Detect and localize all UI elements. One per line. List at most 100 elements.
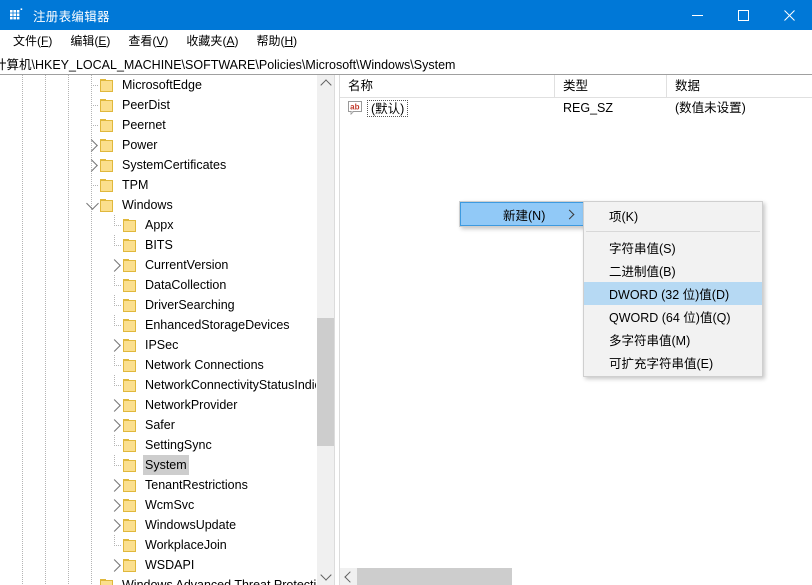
tree-node-windowsupdate[interactable]: WindowsUpdate: [0, 515, 334, 535]
tree-connector: [107, 215, 123, 235]
value-name[interactable]: (默认): [367, 99, 409, 117]
tree-node-tenantrestrictions[interactable]: TenantRestrictions: [0, 475, 334, 495]
menu-edit[interactable]: 编辑(E): [61, 31, 119, 52]
tree-vertical-scrollbar[interactable]: [316, 75, 334, 585]
chevron-right-icon[interactable]: [107, 515, 123, 535]
minimize-button[interactable]: [674, 0, 720, 30]
tree-node-peernet[interactable]: Peernet: [0, 115, 334, 135]
tree-node-currentversion[interactable]: CurrentVersion: [0, 255, 334, 275]
chevron-down-icon[interactable]: [84, 195, 100, 215]
column-header-data[interactable]: 数据: [667, 75, 812, 97]
tree-node-wsdapi[interactable]: WSDAPI: [0, 555, 334, 575]
folder-icon: [123, 278, 137, 292]
context-menu-new: 新建(N): [459, 201, 585, 227]
close-button[interactable]: [766, 0, 812, 30]
maximize-button[interactable]: [720, 0, 766, 30]
tree-node-safer[interactable]: Safer: [0, 415, 334, 435]
address-bar[interactable]: 计算机\HKEY_LOCAL_MACHINE\SOFTWARE\Policies…: [0, 52, 812, 75]
tree-node-label: Windows Advanced Threat Protection: [122, 578, 331, 585]
tree-node-label: System: [143, 455, 189, 475]
tree-connector: [107, 455, 123, 475]
values-column-header: 名称 类型 数据: [340, 75, 812, 98]
tree-node-ipsec[interactable]: IPSec: [0, 335, 334, 355]
tree-node-driversearching[interactable]: DriverSearching: [0, 295, 334, 315]
menu-view[interactable]: 查看(V): [119, 31, 177, 52]
column-header-type[interactable]: 类型: [555, 75, 667, 97]
scroll-thumb[interactable]: [317, 318, 334, 446]
context-menu-item-new[interactable]: 新建(N): [460, 202, 584, 226]
title-bar[interactable]: 注册表编辑器: [0, 0, 812, 30]
tree-node-workplacejoin[interactable]: WorkplaceJoin: [0, 535, 334, 555]
scroll-down-arrow[interactable]: [317, 568, 334, 585]
submenu-item-4[interactable]: DWORD (32 位)值(D): [584, 282, 762, 305]
tree-node-networkprovider[interactable]: NetworkProvider: [0, 395, 334, 415]
tree-node-label: IPSec: [145, 338, 179, 352]
column-header-name[interactable]: 名称: [340, 75, 555, 97]
tree-connector: [107, 315, 123, 335]
submenu-item-3[interactable]: 二进制值(B): [584, 259, 762, 282]
chevron-right-icon[interactable]: [107, 395, 123, 415]
value-type: REG_SZ: [563, 101, 614, 115]
submenu-item-label: 字符串值(S): [609, 242, 676, 256]
horizontal-scroll-thumb[interactable]: [357, 568, 512, 585]
tree-node-networkconnectivitystatusindicator[interactable]: NetworkConnectivityStatusIndicator: [0, 375, 334, 395]
tree-node-peerdist[interactable]: PeerDist: [0, 95, 334, 115]
tree-connector: [107, 435, 123, 455]
submenu-item-5[interactable]: QWORD (64 位)值(Q): [584, 305, 762, 328]
menu-favorites-text: 收藏夹: [186, 33, 223, 48]
values-horizontal-scrollbar[interactable]: [340, 567, 812, 585]
tree-node-microsoftedge[interactable]: MicrosoftEdge: [0, 75, 334, 95]
chevron-right-icon[interactable]: [107, 495, 123, 515]
tree-connector: [84, 75, 100, 95]
menu-edit-accel: E: [98, 33, 107, 48]
tree-node-system[interactable]: System: [0, 455, 334, 475]
tree-node-wcmsvc[interactable]: WcmSvc: [0, 495, 334, 515]
tree-node-label: TenantRestrictions: [145, 478, 248, 492]
submenu-item-7[interactable]: 可扩充字符串值(E): [584, 351, 762, 374]
tree-node-bits[interactable]: BITS: [0, 235, 334, 255]
tree-node-tpm[interactable]: TPM: [0, 175, 334, 195]
submenu-item-0[interactable]: 项(K): [584, 204, 762, 227]
tree-connector: [84, 575, 100, 585]
menu-help[interactable]: 帮助(H): [247, 31, 306, 52]
chevron-right-icon[interactable]: [84, 155, 100, 175]
tree-node-appx[interactable]: Appx: [0, 215, 334, 235]
tree-node-power[interactable]: Power: [0, 135, 334, 155]
chevron-right-icon[interactable]: [107, 555, 123, 575]
menu-help-text: 帮助: [256, 33, 281, 48]
scroll-left-arrow[interactable]: [340, 568, 357, 585]
tree-connector: [107, 355, 123, 375]
tree-node-datacollection[interactable]: DataCollection: [0, 275, 334, 295]
tree-connector: [84, 175, 100, 195]
tree-node-windows-advanced-threat-protection[interactable]: Windows Advanced Threat Protection: [0, 575, 334, 585]
tree-node-network-connections[interactable]: Network Connections: [0, 355, 334, 375]
tree-node-label: WSDAPI: [145, 558, 195, 572]
submenu-item-2[interactable]: 字符串值(S): [584, 236, 762, 259]
folder-icon: [123, 518, 137, 532]
chevron-right-icon[interactable]: [107, 335, 123, 355]
registry-path: 计算机\HKEY_LOCAL_MACHINE\SOFTWARE\Policies…: [0, 57, 456, 72]
tree-node-settingsync[interactable]: SettingSync: [0, 435, 334, 455]
menu-favorites[interactable]: 收藏夹(A): [177, 31, 247, 52]
tree-node-list: MicrosoftEdge PeerDist Peernet Power SystemC…: [0, 75, 334, 585]
window-controls: [674, 0, 812, 30]
folder-icon: [100, 178, 114, 192]
table-row[interactable]: ab (默认) REG_SZ (数值未设置): [340, 97, 812, 119]
menu-edit-text: 编辑: [70, 33, 95, 48]
chevron-right-icon[interactable]: [107, 255, 123, 275]
tree-node-label: Network Connections: [145, 358, 264, 372]
tree-node-label: EnhancedStorageDevices: [145, 318, 290, 332]
tree-node-systemcertificates[interactable]: SystemCertificates: [0, 155, 334, 175]
chevron-right-icon[interactable]: [107, 415, 123, 435]
menu-file[interactable]: 文件(F): [4, 31, 61, 52]
tree-node-windows[interactable]: Windows: [0, 195, 334, 215]
tree-node-label: Windows: [122, 198, 173, 212]
submenu-item-6[interactable]: 多字符串值(M): [584, 328, 762, 351]
tree-node-label: BITS: [145, 238, 173, 252]
tree-node-label: WindowsUpdate: [145, 518, 237, 532]
tree-node-enhancedstoragedevices[interactable]: EnhancedStorageDevices: [0, 315, 334, 335]
chevron-right-icon[interactable]: [84, 135, 100, 155]
scroll-up-arrow[interactable]: [317, 75, 334, 92]
folder-icon: [123, 298, 137, 312]
chevron-right-icon[interactable]: [107, 475, 123, 495]
